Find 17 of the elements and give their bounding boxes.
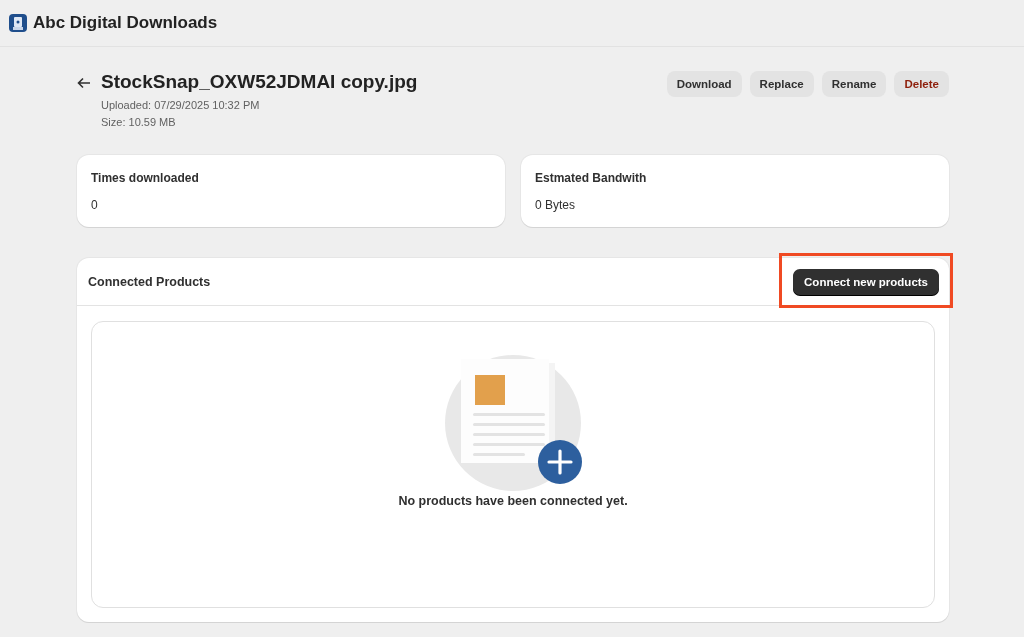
app-logo-icon <box>9 14 27 32</box>
action-button[interactable]: Replace <box>749 71 814 97</box>
stat-value: 0 <box>91 198 99 212</box>
file-name: StockSnap_OXW52JDMAI copy.jpg <box>101 71 418 93</box>
delete-button[interactable]: Delete <box>894 71 949 97</box>
file-size: Size: 10.59 MB <box>101 115 177 130</box>
stat-value: 0 Bytes <box>535 198 577 212</box>
app-title: Abc Digital Downloads <box>33 13 218 33</box>
empty-message: No products have been connected yet. <box>398 494 628 508</box>
connect-products-button[interactable]: Connect new products <box>793 268 939 295</box>
action-button[interactable]: Download <box>666 71 742 97</box>
section-title: Connected Products <box>88 274 211 289</box>
back-arrow-icon[interactable] <box>77 77 91 89</box>
action-button[interactable]: Rename <box>821 71 887 97</box>
stat-label: Times downloaded <box>91 171 200 185</box>
stat-label: Estmated Bandwith <box>535 171 648 185</box>
upload-date: Uploaded: 07/29/2025 10:32 PM <box>101 98 261 113</box>
